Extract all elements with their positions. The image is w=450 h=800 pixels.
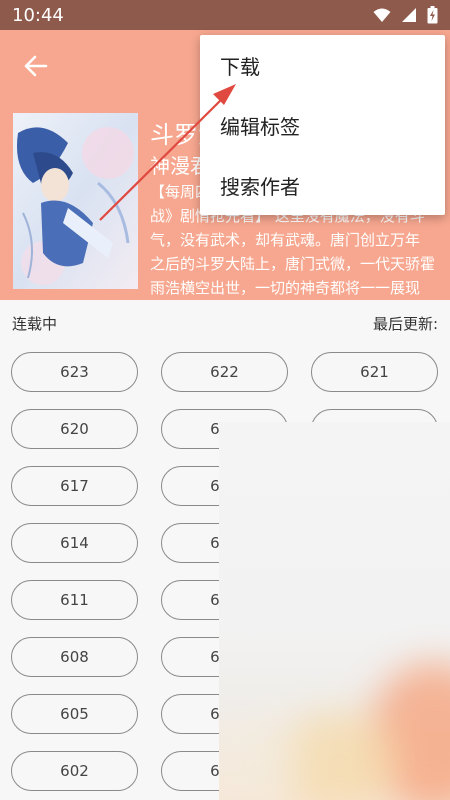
chapter-button[interactable]: 620 [11, 409, 138, 449]
status-icons [373, 6, 438, 24]
description-line: 气，没有武术，却有武魂。唐门创立万年 [150, 231, 421, 249]
blurred-overlay [219, 422, 450, 800]
chapter-button[interactable]: 608 [11, 637, 138, 677]
back-button[interactable] [18, 48, 54, 84]
chapter-button[interactable]: 617 [11, 466, 138, 506]
chapter-button[interactable]: 614 [11, 523, 138, 563]
overflow-menu: 下载 编辑标签 搜索作者 [200, 35, 445, 215]
serial-status: 连载中 [12, 314, 58, 333]
chapter-button[interactable]: 605 [11, 694, 138, 734]
chapter-button[interactable]: 622 [161, 352, 288, 392]
signal-icon [402, 8, 416, 22]
status-bar: 10:44 [0, 0, 450, 30]
battery-charging-icon [427, 6, 438, 24]
blur-blob [219, 722, 299, 800]
menu-item-search-author[interactable]: 搜索作者 [200, 155, 445, 215]
menu-item-edit-tags[interactable]: 编辑标签 [200, 95, 445, 155]
arrow-left-icon [24, 55, 48, 77]
chapter-button[interactable]: 623 [11, 352, 138, 392]
comic-cover-image [13, 113, 138, 289]
chapter-button[interactable]: 602 [11, 751, 138, 791]
description-line: 之后的斗罗大陆上，唐门式微，一代天骄霍 [150, 255, 436, 273]
description-line: 雨浩横空出世，一切的神奇都将一一展现 [150, 279, 421, 297]
serial-info-row: 连载中 最后更新: [0, 300, 450, 346]
status-time: 10:44 [12, 4, 64, 26]
wifi-icon [373, 8, 391, 22]
last-update-label: 最后更新: [372, 314, 438, 333]
menu-item-download[interactable]: 下载 [200, 35, 445, 95]
chapter-button[interactable]: 621 [311, 352, 438, 392]
chapter-button[interactable]: 611 [11, 580, 138, 620]
